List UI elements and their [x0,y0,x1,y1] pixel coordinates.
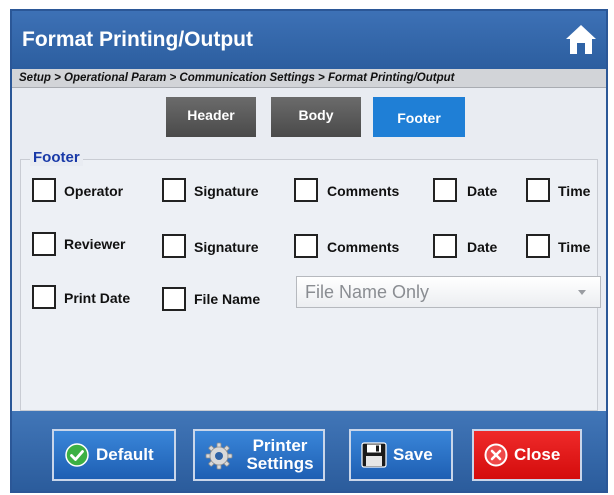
reviewer-date-label: Date [467,239,498,255]
reviewer-time-label: Time [558,239,591,255]
section-tabs: Header Body Footer [12,97,606,137]
chevron-down-icon [578,290,586,295]
operator-date-checkbox[interactable] [433,178,457,202]
printer-settings-button[interactable]: Printer Settings [193,429,325,481]
operator-time-label: Time [558,183,591,199]
reviewer-time-checkbox[interactable] [526,234,550,258]
gear-icon [205,442,233,470]
reviewer-comments-label: Comments [327,239,400,255]
file-name-format-select[interactable]: File Name Only [296,276,601,308]
print-date-label: Print Date [64,290,131,306]
operator-label: Operator [64,183,124,199]
save-button-label: Save [393,445,433,464]
operator-checkbox[interactable] [32,178,56,202]
default-button-label: Default [96,445,154,464]
printer-settings-label-line2: Settings [246,454,314,473]
save-button[interactable]: Save [349,429,453,481]
tab-footer[interactable]: Footer [373,97,465,137]
home-icon[interactable] [564,23,598,57]
window-title: Format Printing/Output [22,28,253,51]
reviewer-label: Reviewer [64,236,126,252]
file-name-format-value: File Name Only [305,282,430,302]
check-icon [65,443,89,467]
floppy-disk-icon [361,442,387,468]
operator-time-checkbox[interactable] [526,178,550,202]
operator-comments-checkbox[interactable] [294,178,318,202]
operator-date-label: Date [467,183,498,199]
operator-comments-label: Comments [327,183,400,199]
reviewer-comments-checkbox[interactable] [294,234,318,258]
action-bar: Default Printer Settings Save Close [12,411,606,491]
reviewer-checkbox[interactable] [32,232,56,256]
reviewer-date-checkbox[interactable] [433,234,457,258]
file-name-label: File Name [194,291,261,307]
operator-signature-label: Signature [194,183,259,199]
reviewer-signature-label: Signature [194,239,259,255]
print-date-checkbox[interactable] [32,285,56,309]
reviewer-signature-checkbox[interactable] [162,234,186,258]
title-bar: Format Printing/Output [12,11,606,69]
footer-legend: Footer [30,149,83,166]
tab-body[interactable]: Body [271,97,361,137]
file-name-checkbox[interactable] [162,287,186,311]
default-button[interactable]: Default [52,429,176,481]
breadcrumb: Setup > Operational Param > Communicatio… [12,69,606,88]
tab-header[interactable]: Header [166,97,256,137]
format-printing-window: Format Printing/Output Setup > Operation… [10,9,608,493]
printer-settings-label-line1: Printer [252,436,308,455]
close-button-label: Close [514,445,561,464]
close-button[interactable]: Close [472,429,582,481]
close-icon [484,443,508,467]
operator-signature-checkbox[interactable] [162,178,186,202]
